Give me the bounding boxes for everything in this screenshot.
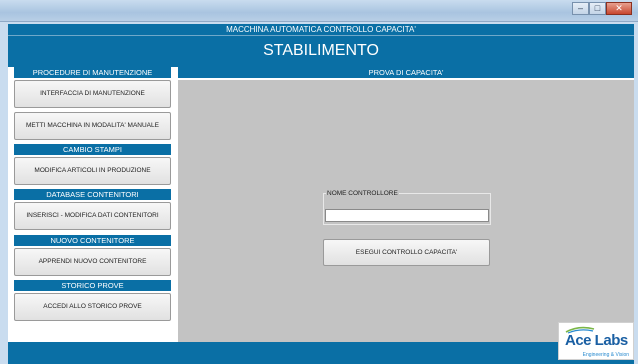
minimize-button[interactable]: – <box>572 2 589 15</box>
logo-subtext: Engineering & Vision <box>582 352 629 358</box>
window-controls: – □ ✕ <box>572 2 632 16</box>
learn-new-container-button[interactable]: APPRENDI NUOVO CONTENITORE <box>14 248 171 276</box>
test-history-button[interactable]: ACCEDI ALLO STORICO PROVE <box>14 293 171 321</box>
controller-name-label: NOME CONTROLLORE <box>326 190 399 198</box>
section-header-container-database: DATABASE CONTENITORI <box>14 189 171 200</box>
section-header-mold-change: CAMBIO STAMPI <box>14 144 171 155</box>
run-capacity-check-button[interactable]: ESEGUI CONTROLLO CAPACITA' <box>323 239 490 266</box>
controller-name-input[interactable] <box>325 209 489 222</box>
capacity-test-panel: PROVA DI CAPACITA' NOME CONTROLLORE ESEG… <box>178 67 634 342</box>
edit-production-items-button[interactable]: MODIFICA ARTICOLI IN PRODUZIONE <box>14 157 171 185</box>
sidebar: PROCEDURE DI MANUTENZIONE INTERFACCIA DI… <box>14 67 171 342</box>
ace-labs-logo: Ace Labs Engineering & Vision <box>558 322 634 360</box>
maintenance-interface-button[interactable]: INTERFACCIA DI MANUTENZIONE <box>14 80 171 108</box>
manual-mode-button[interactable]: METTI MACCHINA IN MODALITA' MANUALE <box>14 112 171 140</box>
edit-container-data-button[interactable]: INSERISCI - MODIFICA DATI CONTENITORI <box>14 202 171 230</box>
section-header-test-history: STORICO PROVE <box>14 280 171 291</box>
panel-body: NOME CONTROLLORE ESEGUI CONTROLLO CAPACI… <box>178 80 634 342</box>
app-title: MACCHINA AUTOMATICA CONTROLLO CAPACITA' <box>8 24 634 36</box>
panel-title: PROVA DI CAPACITA' <box>178 67 634 78</box>
page-title: STABILIMENTO <box>263 42 379 59</box>
app-area: MACCHINA AUTOMATICA CONTROLLO CAPACITA' … <box>8 24 634 364</box>
close-button[interactable]: ✕ <box>606 2 632 15</box>
maximize-button[interactable]: □ <box>589 2 606 15</box>
logo-text: Ace Labs <box>565 332 628 349</box>
main-content: PROCEDURE DI MANUTENZIONE INTERFACCIA DI… <box>8 67 634 342</box>
controller-name-group: NOME CONTROLLORE <box>323 190 491 225</box>
section-header-new-container: NUOVO CONTENITORE <box>14 235 171 246</box>
window-titlebar[interactable]: – □ ✕ <box>0 0 638 22</box>
section-header-maintenance: PROCEDURE DI MANUTENZIONE <box>14 67 171 78</box>
footer-bar <box>8 342 634 364</box>
